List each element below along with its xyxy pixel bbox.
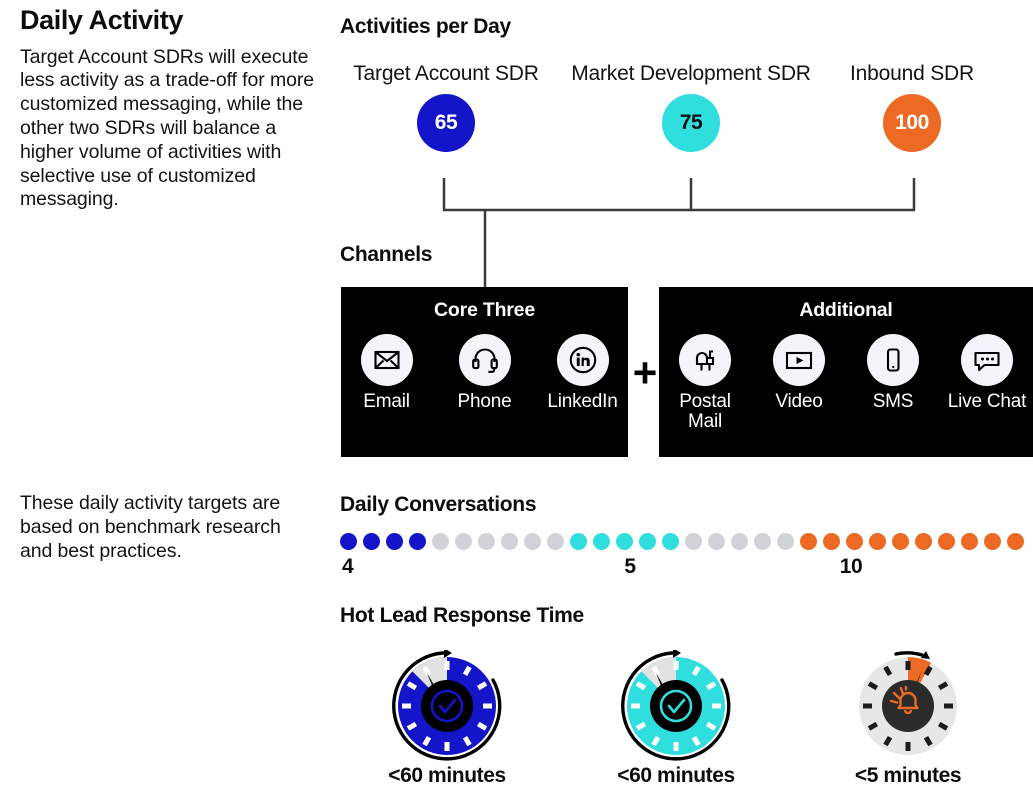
conversation-count-label: 4 <box>342 555 354 578</box>
stopwatch-check-icon <box>621 650 731 761</box>
section-heading-activities: Activities per Day <box>340 15 511 38</box>
dot-empty <box>708 533 725 550</box>
dot-filled <box>386 533 403 550</box>
channel-label: Video <box>775 391 823 412</box>
channels-additional-box: Additional Postal Mail Video SMS Live Ch… <box>659 287 1033 457</box>
sdr-role-label: Inbound SDR <box>850 62 974 85</box>
sdr-column-target-account: Target Account SDR 65 <box>353 62 539 152</box>
hot-lead-label: <5 minutes <box>854 764 962 787</box>
chat-bubble-icon <box>961 334 1013 386</box>
dot-filled <box>1007 533 1024 550</box>
dot-filled <box>823 533 840 550</box>
dot-row <box>340 533 564 550</box>
plus-connector: + <box>632 349 658 396</box>
dot-row <box>800 533 1024 550</box>
video-play-icon <box>773 334 825 386</box>
dot-filled <box>570 533 587 550</box>
infographic-canvas: Daily Activity Target Account SDRs will … <box>0 0 1033 804</box>
dot-filled <box>869 533 886 550</box>
channel-item-live-chat[interactable]: Live Chat <box>945 334 1029 412</box>
section-heading-hot-lead: Hot Lead Response Time <box>340 604 584 627</box>
additional-icon-row: Postal Mail Video SMS Live Chat <box>659 334 1033 432</box>
dot-filled <box>593 533 610 550</box>
dot-empty <box>501 533 518 550</box>
intro-paragraph: Target Account SDRs will execute less ac… <box>20 45 314 211</box>
hot-lead-clock-inbound: <5 minutes <box>808 650 1008 788</box>
dot-empty <box>432 533 449 550</box>
envelope-icon <box>360 334 413 386</box>
sdr-role-label: Market Development SDR <box>571 62 811 85</box>
conversation-group-inbound: 10 <box>800 533 1024 579</box>
channel-item-linkedin[interactable]: LinkedIn <box>539 334 627 412</box>
dot-row <box>570 533 794 550</box>
channel-label: SMS <box>872 391 914 412</box>
dot-filled <box>938 533 955 550</box>
intro-block: Daily Activity Target Account SDRs will … <box>20 5 320 212</box>
dot-filled <box>639 533 656 550</box>
dot-empty <box>754 533 771 550</box>
dot-filled <box>915 533 932 550</box>
connector-bracket <box>442 178 916 290</box>
benchmark-note: These daily activity targets are based o… <box>20 492 281 562</box>
sdr-column-inbound: Inbound SDR 100 <box>838 62 986 152</box>
sdr-column-market-development: Market Development SDR 75 <box>565 62 817 152</box>
dot-filled <box>363 533 380 550</box>
conversation-group-market-development: 5 <box>570 533 794 579</box>
channel-label: Phone <box>457 391 512 412</box>
dot-empty <box>731 533 748 550</box>
channels-core-three-box: Core Three Email Phone LinkedIn <box>341 287 628 457</box>
channel-item-phone[interactable]: Phone <box>441 334 529 412</box>
channel-label: Email <box>363 391 410 412</box>
dot-empty <box>777 533 794 550</box>
linkedin-icon <box>556 334 609 386</box>
section-heading-channels: Channels <box>340 243 433 266</box>
dot-filled <box>409 533 426 550</box>
dot-empty <box>685 533 702 550</box>
mobile-phone-icon <box>867 334 919 386</box>
channel-label: Live Chat <box>947 391 1027 412</box>
hot-lead-label: <60 minutes <box>388 764 506 787</box>
section-heading-conversations: Daily Conversations <box>340 493 537 516</box>
page-title: Daily Activity <box>20 5 183 35</box>
dot-filled <box>616 533 633 550</box>
stopwatch-check-icon <box>392 650 502 761</box>
dot-empty <box>547 533 564 550</box>
dot-filled <box>662 533 679 550</box>
conversation-count-label: 5 <box>624 555 636 578</box>
hot-lead-clock-market-development: <60 minutes <box>576 650 776 788</box>
dot-filled <box>892 533 909 550</box>
dot-empty <box>524 533 541 550</box>
dot-filled <box>961 533 978 550</box>
mailbox-icon <box>679 334 731 386</box>
dot-filled <box>984 533 1001 550</box>
dot-filled <box>340 533 357 550</box>
hot-lead-label: <60 minutes <box>617 764 735 787</box>
stopwatch-alarm-icon <box>859 651 957 755</box>
dot-empty <box>478 533 495 550</box>
additional-title: Additional <box>799 299 893 321</box>
dot-filled <box>800 533 817 550</box>
conversation-group-target-account: 4 <box>340 533 564 579</box>
activities-bubble-target-account: 65 <box>417 93 475 152</box>
channel-item-video[interactable]: Video <box>757 334 841 412</box>
channel-item-postal-mail[interactable]: Postal Mail <box>663 334 747 432</box>
channel-label: LinkedIn <box>547 391 618 412</box>
channel-label: Postal Mail <box>679 391 731 432</box>
channel-item-sms[interactable]: SMS <box>851 334 935 412</box>
dot-empty <box>455 533 472 550</box>
core-three-icon-row: Email Phone LinkedIn <box>341 334 628 412</box>
conversation-count-label: 10 <box>839 555 863 578</box>
channel-item-email[interactable]: Email <box>343 334 431 412</box>
hot-lead-clock-target-account: <60 minutes <box>347 650 547 788</box>
activities-bubble-market-development: 75 <box>662 93 720 152</box>
headset-icon <box>458 334 511 386</box>
core-three-title: Core Three <box>434 299 535 321</box>
sdr-role-label: Target Account SDR <box>353 62 539 85</box>
dot-filled <box>846 533 863 550</box>
activities-bubble-inbound: 100 <box>883 93 941 152</box>
